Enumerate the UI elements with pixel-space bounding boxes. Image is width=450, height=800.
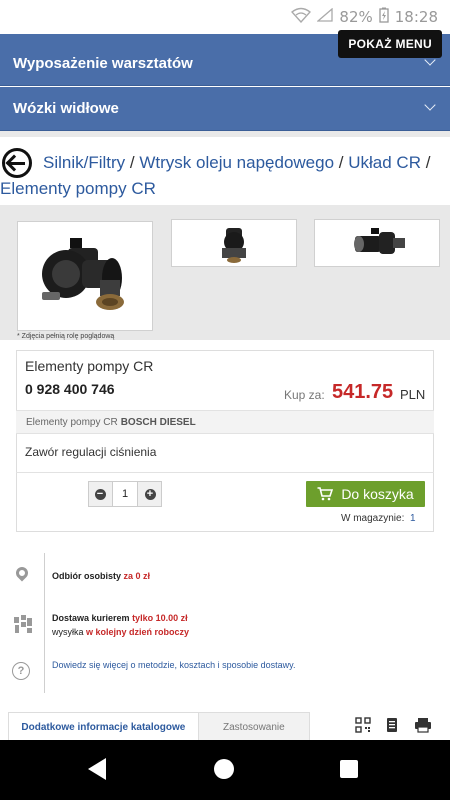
breadcrumb-link-diesel-injection[interactable]: Wtrysk oleju napędowego [139, 153, 334, 172]
stock-label: W magazynie: [341, 513, 405, 524]
pickup-info: Odbiór osobisty za 0 zł [52, 569, 150, 583]
divider [16, 472, 434, 473]
courier-shipping-prefix: wysyłka [52, 627, 84, 637]
question-icon: ? [12, 662, 30, 680]
courier-text: Dostawa kurierem [52, 613, 130, 623]
add-to-cart-label: Do koszyka [341, 486, 414, 502]
breadcrumb-separator: / [338, 153, 344, 172]
breadcrumb-separator: / [129, 153, 135, 172]
decrease-quantity-button[interactable]: − [89, 482, 111, 506]
pickup-text: Odbiór osobisty [52, 571, 122, 581]
divider [44, 553, 45, 693]
document-icon[interactable] [384, 717, 400, 733]
tab-catalog-info[interactable]: Dodatkowe informacje katalogowe [9, 713, 199, 742]
quantity-input[interactable]: 1 [112, 482, 138, 506]
brand-row: Elementy pompy CR BOSCH DIESEL [16, 410, 434, 434]
nav-recent-apps-icon[interactable] [340, 760, 358, 778]
nav-back-icon[interactable] [88, 758, 106, 780]
courier-price: tylko 10.00 zł [132, 613, 188, 623]
signal-icon [316, 7, 334, 26]
status-bar: 82% 18:28 [0, 0, 450, 34]
increase-quantity-button[interactable]: + [139, 482, 161, 506]
product-code: 0 928 400 746 [25, 381, 115, 397]
delivery-info-link[interactable]: Dowiedz się więcej o metodzie, kosztach … [52, 658, 295, 672]
clock: 18:28 [394, 8, 438, 26]
product-name: Elementy pompy CR [25, 358, 154, 374]
arrow-left-icon [9, 161, 25, 165]
printer-icon[interactable] [414, 717, 431, 733]
brand-prefix: Elementy pompy CR [26, 416, 118, 428]
quantity-stepper: − 1 + [88, 481, 162, 507]
qr-code-icon[interactable] [355, 717, 371, 733]
category-label: Wózki widłowe [13, 100, 119, 117]
plus-icon: + [144, 488, 156, 500]
product-main-image[interactable] [17, 221, 153, 331]
page: 82% 18:28 POKAŻ MENU Wyposażenie warszta… [0, 0, 450, 800]
cart-icon [317, 487, 334, 501]
nav-home-icon[interactable] [214, 759, 234, 779]
courier-icon [13, 614, 32, 633]
breadcrumb-link-engine-filters[interactable]: Silnik/Filtry [43, 153, 125, 172]
pickup-price: za 0 zł [123, 571, 151, 581]
battery-icon [379, 7, 389, 27]
price-label: Kup za: [284, 388, 325, 402]
stock-value: 1 [410, 513, 416, 524]
divider [0, 131, 450, 137]
photo-disclaimer: * Zdjęcia pełnią rolę poglądową [17, 333, 115, 340]
courier-info: Dostawa kurierem tylko 10.00 zł wysyłka … [52, 611, 189, 639]
product-description: Zawór regulacji ciśnienia [25, 445, 157, 459]
breadcrumb-link-cr-pump-elements[interactable]: Elementy pompy CR [0, 179, 156, 198]
add-to-cart-button[interactable]: Do koszyka [306, 481, 425, 507]
product-thumbnail[interactable] [314, 219, 440, 267]
price-currency: PLN [400, 387, 426, 402]
battery-level: 82% [339, 8, 373, 26]
tabs: Dodatkowe informacje katalogowe Zastosow… [8, 712, 310, 742]
product-thumbnail[interactable] [171, 219, 297, 267]
category-forklifts[interactable]: Wózki widłowe [0, 87, 450, 131]
breadcrumb: Silnik/Filtry / Wtrysk oleju napędowego … [0, 150, 440, 202]
breadcrumb-separator: / [425, 153, 431, 172]
tab-application[interactable]: Zastosowanie [198, 713, 309, 742]
wifi-icon [291, 7, 312, 27]
brand-name: BOSCH DIESEL [120, 416, 196, 428]
breadcrumb-link-cr-system[interactable]: Układ CR [348, 153, 421, 172]
courier-shipping-time: w kolejny dzień roboczy [86, 627, 190, 637]
show-menu-button[interactable]: POKAŻ MENU [338, 30, 442, 58]
back-button[interactable] [2, 148, 32, 178]
category-label: Wyposażenie warsztatów [13, 55, 193, 72]
chevron-down-icon [424, 99, 436, 111]
product-gallery: * Zdjęcia pełnią rolę poglądową [0, 205, 450, 340]
location-pin-icon [13, 564, 32, 584]
minus-icon: − [94, 488, 106, 500]
price-value: 541.75 [332, 381, 394, 403]
